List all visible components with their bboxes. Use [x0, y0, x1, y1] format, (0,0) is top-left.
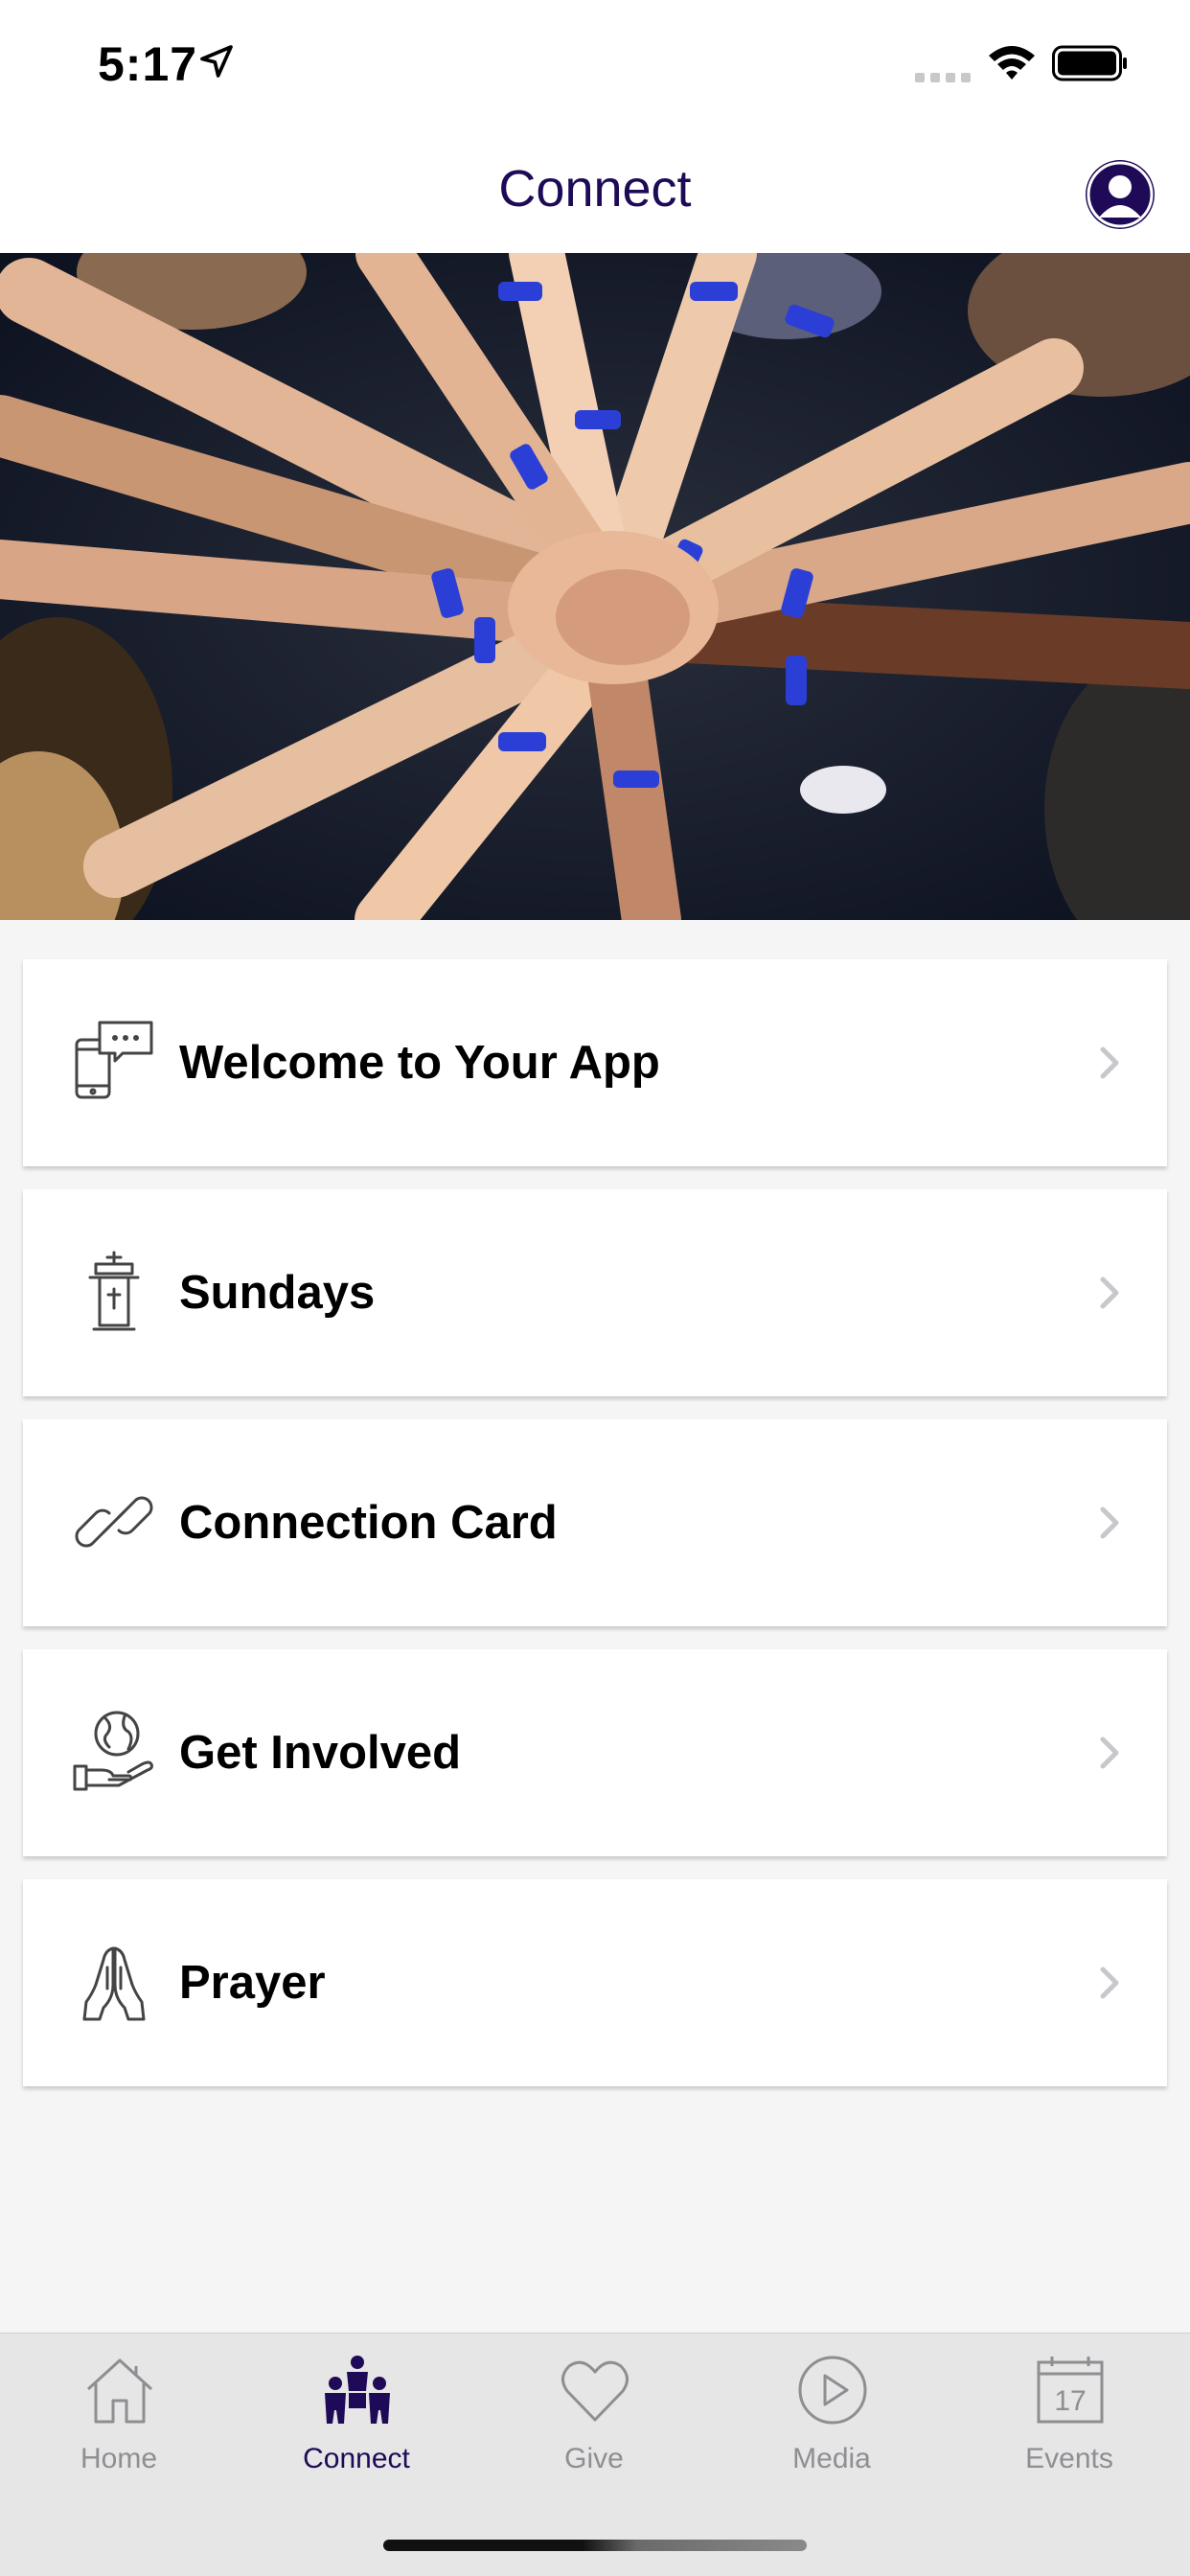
tab-label: Media — [792, 2443, 871, 2474]
calendar-day: 17 — [1054, 2385, 1086, 2417]
battery-icon — [1052, 45, 1127, 81]
hero-image — [0, 253, 1190, 920]
tab-label: Events — [1025, 2443, 1113, 2474]
tab-label: Connect — [303, 2443, 410, 2474]
location-arrow-icon — [200, 45, 233, 78]
chevron-right-icon — [1100, 1046, 1119, 1079]
menu-item-label: Welcome to Your App — [179, 1037, 660, 1089]
menu-item-label: Sundays — [179, 1267, 376, 1319]
status-time: 5:17 — [98, 37, 198, 91]
home-icon — [86, 2358, 153, 2424]
globe-hand-icon — [73, 1711, 153, 1791]
status-bar: 5:17 — [0, 0, 1190, 126]
chevron-right-icon — [1100, 1276, 1119, 1309]
menu-item-sundays[interactable]: Sundays — [23, 1189, 1167, 1396]
tab-connect[interactable]: Connect — [238, 2334, 475, 2506]
menu-item-label: Connection Card — [179, 1497, 558, 1549]
people-group-icon — [325, 2356, 390, 2424]
menu-item-welcome[interactable]: Welcome to Your App — [23, 959, 1167, 1166]
page-title: Connect — [498, 160, 692, 218]
menu-item-label: Prayer — [179, 1957, 326, 2009]
user-profile-icon — [1087, 161, 1154, 228]
menu-item-prayer[interactable]: Prayer — [23, 1879, 1167, 2086]
nav-header: Connect — [0, 126, 1190, 253]
profile-button[interactable] — [1086, 160, 1155, 229]
calendar-icon: 17 — [1037, 2357, 1104, 2424]
tab-events[interactable]: 17 Events — [950, 2334, 1188, 2506]
team-hands-photo — [0, 253, 1190, 920]
tab-label: Home — [80, 2443, 158, 2474]
tab-give[interactable]: Give — [475, 2334, 713, 2506]
play-circle-icon — [798, 2356, 867, 2425]
phone-chat-icon — [75, 1021, 153, 1099]
menu-item-get-involved[interactable]: Get Involved — [23, 1649, 1167, 1856]
cellular-signal-icon — [915, 73, 971, 82]
chevron-right-icon — [1100, 1966, 1119, 1999]
tab-media[interactable]: Media — [713, 2334, 950, 2506]
tab-home[interactable]: Home — [0, 2334, 238, 2506]
link-icon — [75, 1496, 153, 1548]
menu-item-label: Get Involved — [179, 1727, 462, 1779]
menu-item-connection-card[interactable]: Connection Card — [23, 1419, 1167, 1626]
pulpit-icon — [88, 1251, 140, 1331]
chevron-right-icon — [1100, 1736, 1119, 1769]
wifi-icon — [989, 46, 1035, 80]
chevron-right-icon — [1100, 1506, 1119, 1539]
home-indicator[interactable] — [383, 2540, 807, 2551]
praying-hands-icon — [82, 1946, 146, 2021]
tab-label: Give — [564, 2443, 624, 2474]
heart-icon — [561, 2360, 629, 2422]
